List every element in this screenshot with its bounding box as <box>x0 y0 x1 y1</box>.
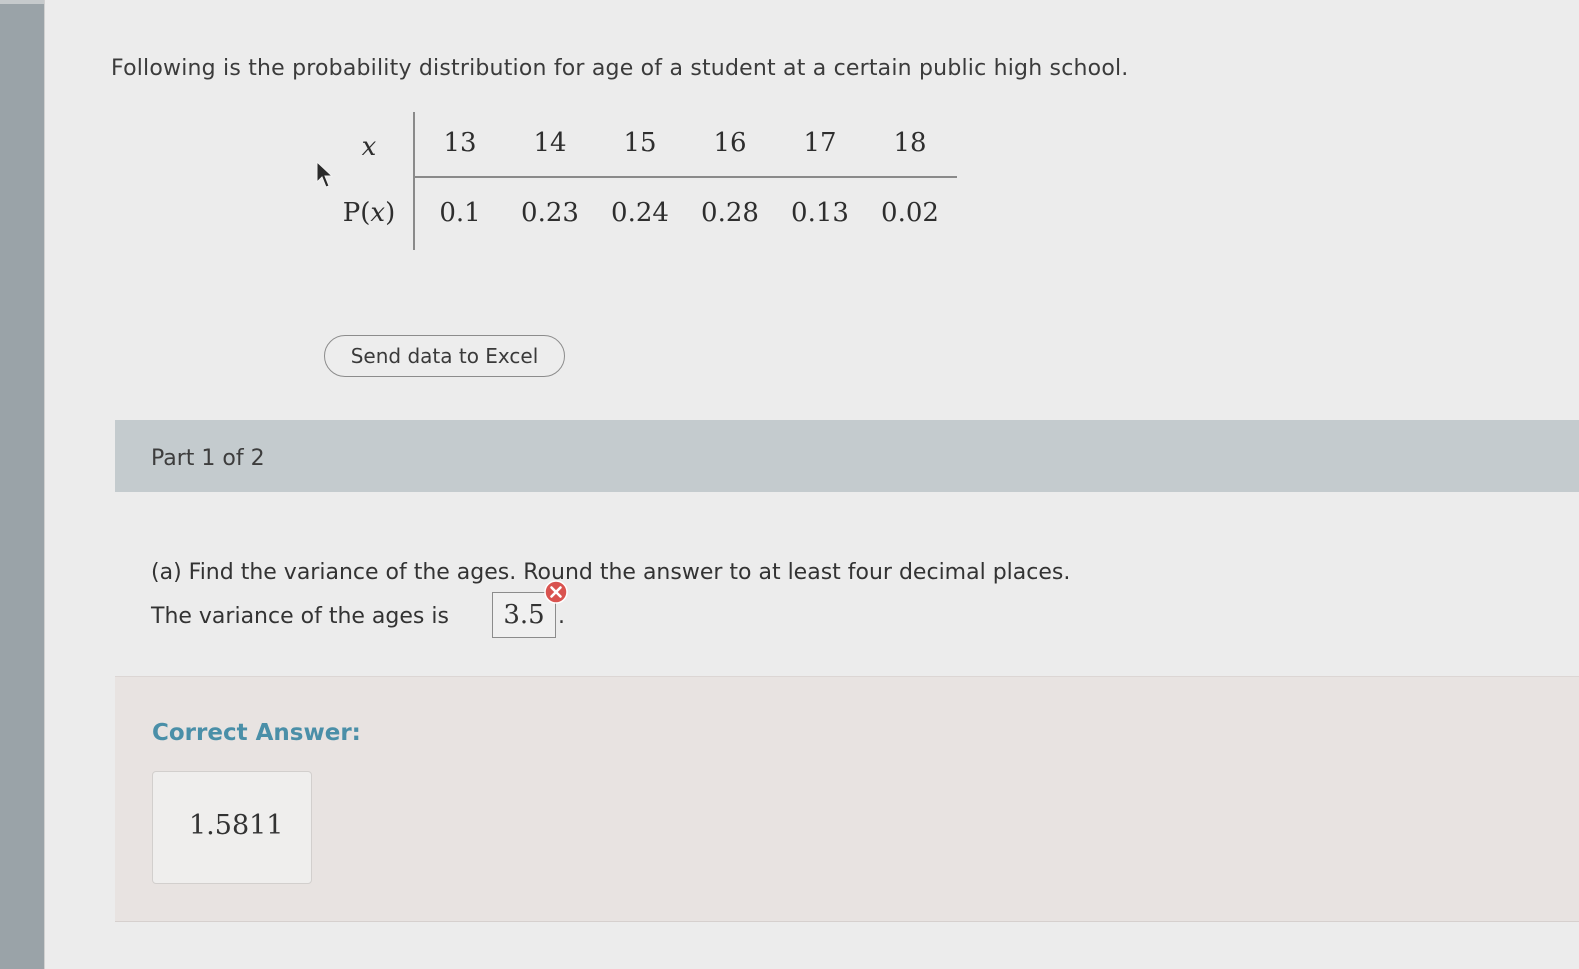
correct-answer-value: 1.5811 <box>189 810 284 841</box>
table-horizontal-rule <box>413 176 957 178</box>
x-value-cell: 14 <box>533 128 567 158</box>
answer-suffix: . <box>558 604 565 629</box>
question-text: (a) Find the variance of the ages. Round… <box>151 560 1071 585</box>
p-value-cell: 0.24 <box>611 198 669 228</box>
row-label-px: P(x) <box>342 198 396 228</box>
x-value-cell: 18 <box>893 128 927 158</box>
probability-distribution-table: x P(x) 13 14 15 16 17 18 0.1 0.23 0.24 0… <box>325 112 957 250</box>
part-header-label: Part 1 of 2 <box>151 446 265 471</box>
problem-prompt: Following is the probability distributio… <box>111 56 1129 81</box>
p-value-cell: 0.28 <box>701 198 759 228</box>
px-var: x <box>370 198 386 228</box>
x-value-cell: 16 <box>713 128 747 158</box>
correct-answer-label: Correct Answer: <box>152 720 361 746</box>
p-value-cell: 0.13 <box>791 198 849 228</box>
x-value-cell: 13 <box>443 128 477 158</box>
send-data-to-excel-button[interactable]: Send data to Excel <box>324 335 565 377</box>
answer-prefix: The variance of the ages is <box>151 604 449 629</box>
p-value-cell: 0.23 <box>521 198 579 228</box>
p-value-cell: 0.02 <box>881 198 939 228</box>
p-value-cell: 0.1 <box>439 198 481 228</box>
px-prefix: P <box>342 198 361 228</box>
x-value-cell: 15 <box>623 128 657 158</box>
row-label-x: x <box>361 132 377 162</box>
correct-answer-panel <box>115 676 1579 922</box>
mouse-pointer-icon <box>316 160 334 188</box>
part-header: Part 1 of 2 <box>115 420 1579 492</box>
incorrect-x-icon <box>544 580 568 604</box>
correct-answer-box: 1.5811 <box>152 771 312 884</box>
x-value-cell: 17 <box>803 128 837 158</box>
